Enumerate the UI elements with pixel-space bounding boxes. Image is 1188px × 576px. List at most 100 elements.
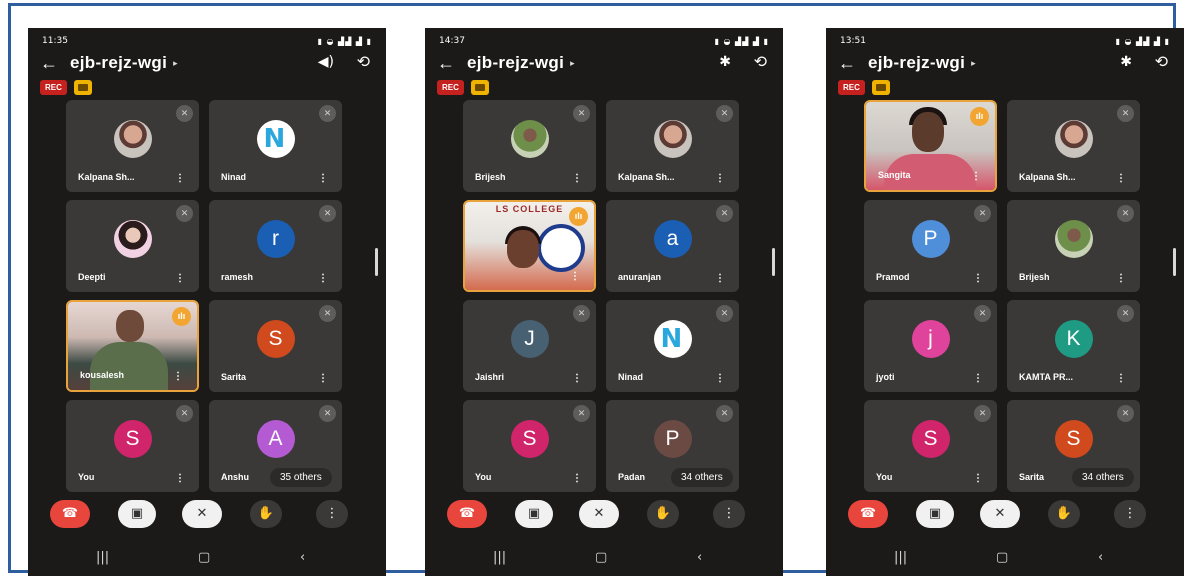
mic-off-button[interactable]: ✕: [980, 500, 1020, 528]
participant-tile[interactable]: ıIı kousalesh ⋮: [66, 300, 199, 392]
participant-tile[interactable]: ✕ Kalpana Sh... ⋮: [1007, 100, 1140, 192]
participant-tile[interactable]: a ✕ anuranjan ⋮: [606, 200, 739, 292]
more-options-icon[interactable]: ⋮: [971, 171, 981, 182]
more-options-icon[interactable]: ⋮: [318, 373, 328, 384]
recents-icon[interactable]: |||: [96, 550, 109, 565]
more-options-icon[interactable]: ⋮: [715, 173, 725, 184]
participant-tile[interactable]: S ✕ You ⋮: [66, 400, 199, 492]
more-options-icon[interactable]: ⋮: [715, 373, 725, 384]
participant-tile[interactable]: r ✕ ramesh ⋮: [209, 200, 342, 292]
participant-name: anuranjan: [618, 272, 662, 282]
participant-tile[interactable]: ✕ Kalpana Sh... ⋮: [66, 100, 199, 192]
status-bar: 13:51 ▮ ◒ ▟▟ ▟ ▮: [840, 34, 1170, 48]
mic-off-icon: ✕: [716, 305, 733, 322]
scrollbar[interactable]: [375, 248, 378, 276]
home-icon[interactable]: ▢: [198, 550, 210, 565]
home-icon[interactable]: ▢: [996, 550, 1008, 565]
participant-tile[interactable]: N ✕ Ninad ⋮: [209, 100, 342, 192]
participant-tile[interactable]: S ✕ You ⋮: [463, 400, 596, 492]
participant-tile[interactable]: ✕ Brijesh ⋮: [463, 100, 596, 192]
raise-hand-button[interactable]: ✋: [647, 500, 679, 528]
others-count-chip[interactable]: 35 others: [270, 468, 332, 487]
back-icon[interactable]: ‹: [300, 550, 305, 565]
bluetooth-icon[interactable]: ✱: [719, 54, 731, 70]
mic-off-button[interactable]: ✕: [579, 500, 619, 528]
back-icon[interactable]: ‹: [697, 550, 702, 565]
back-arrow-icon[interactable]: ←: [425, 53, 467, 74]
switch-camera-icon[interactable]: ⟲: [754, 52, 767, 71]
recents-icon[interactable]: |||: [894, 550, 907, 565]
participant-tile[interactable]: LS COLLEGE ıIı ⋮: [463, 200, 596, 292]
more-options-icon[interactable]: ⋮: [1116, 373, 1126, 384]
more-options-icon[interactable]: ⋮: [973, 373, 983, 384]
more-options-icon[interactable]: ⋮: [572, 373, 582, 384]
participant-name: Ninad: [618, 372, 644, 382]
camera-off-button[interactable]: ▣: [916, 500, 954, 528]
participant-tile[interactable]: j ✕ jyoti ⋮: [864, 300, 997, 392]
meeting-code[interactable]: ejb-rejz-wgi: [467, 53, 564, 73]
switch-camera-icon[interactable]: ⟲: [357, 52, 370, 71]
participant-tile[interactable]: ıIı Sangita ⋮: [864, 100, 997, 192]
more-options-icon[interactable]: ⋮: [572, 173, 582, 184]
more-options-icon[interactable]: ⋮: [173, 371, 183, 382]
raise-hand-button[interactable]: ✋: [1048, 500, 1080, 528]
recents-icon[interactable]: |||: [493, 550, 506, 565]
participant-tile[interactable]: S ✕ Sarita ⋮: [209, 300, 342, 392]
scrollbar[interactable]: [1173, 248, 1176, 276]
scrollbar[interactable]: [772, 248, 775, 276]
meet-phone-screen: 13:51 ▮ ◒ ▟▟ ▟ ▮ ← ejb-rejz-wgi ▸ ✱ ⟲ RE…: [826, 28, 1184, 576]
more-options-icon[interactable]: ⋮: [570, 271, 580, 282]
end-call-button[interactable]: ☎: [447, 500, 487, 528]
caret-right-icon[interactable]: ▸: [173, 58, 178, 69]
mic-off-button[interactable]: ✕: [182, 500, 222, 528]
mic-off-icon: ✕: [176, 105, 193, 122]
end-call-button[interactable]: ☎: [848, 500, 888, 528]
participant-name: Sarita: [1019, 472, 1045, 482]
back-icon[interactable]: ‹: [1098, 550, 1103, 565]
switch-camera-icon[interactable]: ⟲: [1155, 52, 1168, 71]
more-options-icon[interactable]: ⋮: [175, 273, 185, 284]
more-options-icon[interactable]: ⋮: [973, 473, 983, 484]
more-options-button[interactable]: ⋮: [316, 500, 348, 528]
clock: 14:37: [439, 36, 465, 46]
more-options-icon[interactable]: ⋮: [318, 273, 328, 284]
participant-tile[interactable]: P ✕ Pramod ⋮: [864, 200, 997, 292]
participant-tile[interactable]: J ✕ Jaishri ⋮: [463, 300, 596, 392]
back-arrow-icon[interactable]: ←: [28, 53, 70, 74]
caret-right-icon[interactable]: ▸: [971, 58, 976, 69]
bluetooth-icon[interactable]: ✱: [1120, 54, 1132, 70]
more-options-icon[interactable]: ⋮: [973, 273, 983, 284]
mic-off-icon: ✕: [573, 405, 590, 422]
meeting-code[interactable]: ejb-rejz-wgi: [70, 53, 167, 73]
more-options-icon[interactable]: ⋮: [715, 273, 725, 284]
speaker-icon[interactable]: ◀): [318, 54, 334, 70]
mic-off-icon: ✕: [1117, 305, 1134, 322]
participant-tile[interactable]: ✕ Deepti ⋮: [66, 200, 199, 292]
more-options-icon[interactable]: ⋮: [572, 473, 582, 484]
participant-tile[interactable]: ✕ Kalpana Sh... ⋮: [606, 100, 739, 192]
camera-off-button[interactable]: ▣: [515, 500, 553, 528]
rec-badge: REC: [437, 80, 464, 95]
speaking-icon: ıIı: [172, 307, 191, 326]
more-options-icon[interactable]: ⋮: [175, 473, 185, 484]
raise-hand-button[interactable]: ✋: [250, 500, 282, 528]
participant-tile[interactable]: ✕ Brijesh ⋮: [1007, 200, 1140, 292]
more-options-icon[interactable]: ⋮: [175, 173, 185, 184]
meeting-code[interactable]: ejb-rejz-wgi: [868, 53, 965, 73]
caret-right-icon[interactable]: ▸: [570, 58, 575, 69]
end-call-button[interactable]: ☎: [50, 500, 90, 528]
back-arrow-icon[interactable]: ←: [826, 53, 868, 74]
home-icon[interactable]: ▢: [595, 550, 607, 565]
others-count-chip[interactable]: 34 others: [671, 468, 733, 487]
participant-name: Kalpana Sh...: [78, 172, 135, 182]
participant-tile[interactable]: K ✕ KAMTA PR... ⋮: [1007, 300, 1140, 392]
camera-off-button[interactable]: ▣: [118, 500, 156, 528]
others-count-chip[interactable]: 34 others: [1072, 468, 1134, 487]
more-options-button[interactable]: ⋮: [1114, 500, 1146, 528]
more-options-button[interactable]: ⋮: [713, 500, 745, 528]
participant-tile[interactable]: S ✕ You ⋮: [864, 400, 997, 492]
more-options-icon[interactable]: ⋮: [1116, 273, 1126, 284]
more-options-icon[interactable]: ⋮: [1116, 173, 1126, 184]
more-options-icon[interactable]: ⋮: [318, 173, 328, 184]
participant-tile[interactable]: N ✕ Ninad ⋮: [606, 300, 739, 392]
